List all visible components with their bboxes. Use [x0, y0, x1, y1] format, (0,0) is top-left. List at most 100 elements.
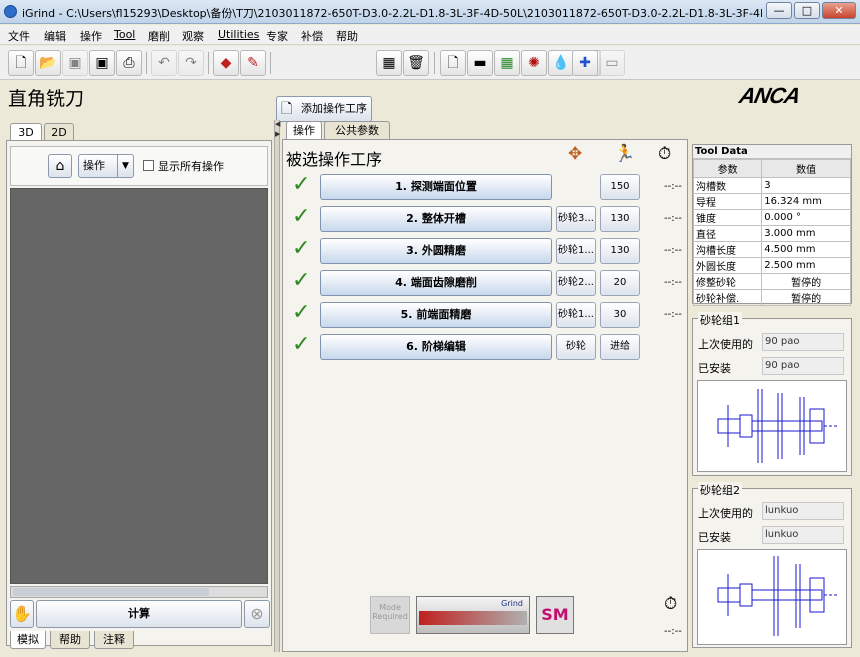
cam-simulation-icon[interactable]: SM [536, 596, 574, 634]
tab-operations[interactable]: 操作 [286, 121, 322, 139]
print-icon[interactable]: ⎙ [116, 50, 142, 76]
tab-simulate[interactable]: 模拟 [10, 631, 46, 649]
operation-select[interactable]: 操作 ▼ [78, 154, 134, 178]
show-all-checkbox[interactable] [143, 160, 154, 171]
operations-header: 被选操作工序 [286, 150, 383, 169]
installed-field: lunkuo [762, 526, 844, 544]
undo-icon[interactable]: ↶ [151, 50, 177, 76]
menu-compensation[interactable]: 补偿 [301, 28, 323, 44]
wheel-button[interactable]: 砂轮 [556, 334, 596, 360]
checkmark-icon[interactable]: ✓ [292, 206, 316, 229]
toolbar: 🗋 📂 ▣ ▣ ⎙ ↶ ↷ ◆ ✎ 🗋 添加操作工序 ▦ 🗑 🗋 ▬ ▦ ✺ 💧… [0, 46, 860, 122]
operation-button[interactable]: 4. 端面齿隙磨削 [320, 270, 552, 296]
close-button[interactable]: ✕ [822, 2, 856, 19]
chevron-down-icon: ▼ [117, 155, 133, 177]
menu-help[interactable]: 帮助 [336, 28, 358, 44]
scrollbar-thumb[interactable] [13, 588, 209, 596]
operation-button[interactable]: 3. 外圆精磨 [320, 238, 552, 264]
value-button[interactable]: 20 [600, 270, 640, 296]
stopwatch-icon[interactable]: ⏱ [658, 144, 671, 164]
horizontal-scrollbar[interactable] [10, 586, 268, 598]
stop-button[interactable]: ⊗ [244, 600, 270, 628]
operation-time: --:-- [664, 213, 682, 224]
menu-view[interactable]: 观察 [182, 28, 204, 44]
tool-wheel-icon[interactable]: ✥ [568, 144, 582, 164]
value-button[interactable]: 130 [600, 206, 640, 232]
wheel-button[interactable]: 砂轮1... [556, 238, 596, 264]
menu-grind[interactable]: 磨削 [148, 28, 170, 44]
operation-button[interactable]: 6. 阶梯编辑 [320, 334, 552, 360]
operation-button[interactable]: 1. 探测端面位置 [320, 174, 552, 200]
splitter-right-arrow[interactable]: ▶ [275, 130, 280, 138]
tool-data-title: Tool Data [693, 145, 851, 159]
value-button[interactable]: 150 [600, 174, 640, 200]
maximize-button[interactable]: □ [794, 2, 820, 19]
value-button[interactable]: 130 [600, 238, 640, 264]
param-value: 16.324 mm [761, 193, 851, 210]
menu-bar: 文件 编辑 操作 Tool 磨削 观察 Utilities 专家 补偿 帮助 [0, 25, 860, 45]
tool-red-icon[interactable]: ◆ [213, 50, 239, 76]
open-folder-icon[interactable]: 📂 [35, 50, 61, 76]
mode-required-button[interactable]: Mode Required [370, 596, 410, 634]
tool-data-row: 修整砂轮 暂停的 [692, 273, 851, 290]
operation-button[interactable]: 5. 前端面精磨 [320, 302, 552, 328]
checkmark-icon[interactable]: ✓ [292, 302, 316, 325]
menu-file[interactable]: 文件 [8, 28, 30, 44]
save-as-icon[interactable]: ▣ [89, 50, 115, 76]
menu-expert[interactable]: 专家 [266, 28, 288, 44]
plus-icon[interactable]: ✚ [572, 50, 598, 76]
installed-label: 已安装 [698, 362, 731, 375]
app-icon [4, 5, 17, 18]
tab-common-params[interactable]: 公共参数 [324, 121, 390, 139]
column-header: 参数 [692, 159, 763, 178]
wheel-group-2-diagram [697, 549, 847, 645]
page-icon[interactable]: 🗋 [440, 50, 466, 76]
tool-name: 直角铣刀 [8, 88, 85, 110]
wheel-button[interactable]: 砂轮3... [556, 206, 596, 232]
hand-tool-button[interactable]: ✋ [10, 600, 34, 628]
value-button[interactable]: 进给 [600, 334, 640, 360]
operation-button[interactable]: 2. 整体开槽 [320, 206, 552, 232]
checkmark-icon[interactable]: ✓ [292, 270, 316, 293]
add-operation-button[interactable]: 🗋 添加操作工序 [276, 96, 372, 122]
wheel-button[interactable]: 砂轮1... [556, 302, 596, 328]
gear-red-icon[interactable]: ✺ [521, 50, 547, 76]
menu-edit[interactable]: 编辑 [44, 28, 66, 44]
menu-tool[interactable]: Tool [114, 28, 135, 41]
grid-icon[interactable]: ▦ [376, 50, 402, 76]
probe-icon[interactable]: ▬ [467, 50, 493, 76]
minimize-button[interactable]: — [766, 2, 792, 19]
checkmark-icon[interactable]: ✓ [292, 334, 316, 357]
save-icon[interactable]: ▣ [62, 50, 88, 76]
erase-icon[interactable]: ▭ [599, 50, 625, 76]
tab-help[interactable]: 帮助 [50, 631, 90, 649]
tool-data-row: 导程 16.324 mm [692, 193, 851, 210]
tool-data-table: Tool Data 参数 数值 沟槽数 3 导程 16.324 mm 锥度 0.000 °… [692, 144, 852, 306]
wheel-button[interactable]: 砂轮2... [556, 270, 596, 296]
coolant-icon[interactable]: 💧 [548, 50, 574, 76]
param-name: 直径 [692, 225, 763, 242]
checkmark-icon[interactable]: ✓ [292, 238, 316, 261]
menu-operation[interactable]: 操作 [80, 28, 102, 44]
table-icon[interactable]: ▦ [494, 50, 520, 76]
tab-2d[interactable]: 2D [44, 123, 74, 141]
wheel-icon[interactable]: ✎ [240, 50, 266, 76]
running-man-icon[interactable]: 🏃 [614, 144, 635, 164]
tab-notes[interactable]: 注释 [94, 631, 134, 649]
tab-3d[interactable]: 3D [10, 123, 42, 141]
menu-utilities[interactable]: Utilities [218, 28, 259, 41]
home-view-button[interactable]: ⌂ [48, 154, 72, 178]
calculate-button[interactable]: 计算 [36, 600, 242, 628]
value-button[interactable]: 30 [600, 302, 640, 328]
grind-button[interactable]: Grind [416, 596, 530, 634]
stopwatch-icon-bottom[interactable]: ⏱ [664, 594, 677, 614]
redo-icon[interactable]: ↷ [178, 50, 204, 76]
checkmark-icon[interactable]: ✓ [292, 174, 316, 197]
new-file-icon[interactable]: 🗋 [8, 50, 34, 76]
panel-splitter[interactable]: ◀ ▶ [274, 120, 280, 652]
window-title: iGrind - C:\Users\fl15293\Desktop\备份\T刀\… [22, 7, 762, 20]
operation-time: --:-- [664, 181, 682, 192]
3d-viewport[interactable] [10, 188, 268, 584]
splitter-left-arrow[interactable]: ◀ [275, 120, 280, 128]
delete-icon[interactable]: 🗑 [403, 50, 429, 76]
